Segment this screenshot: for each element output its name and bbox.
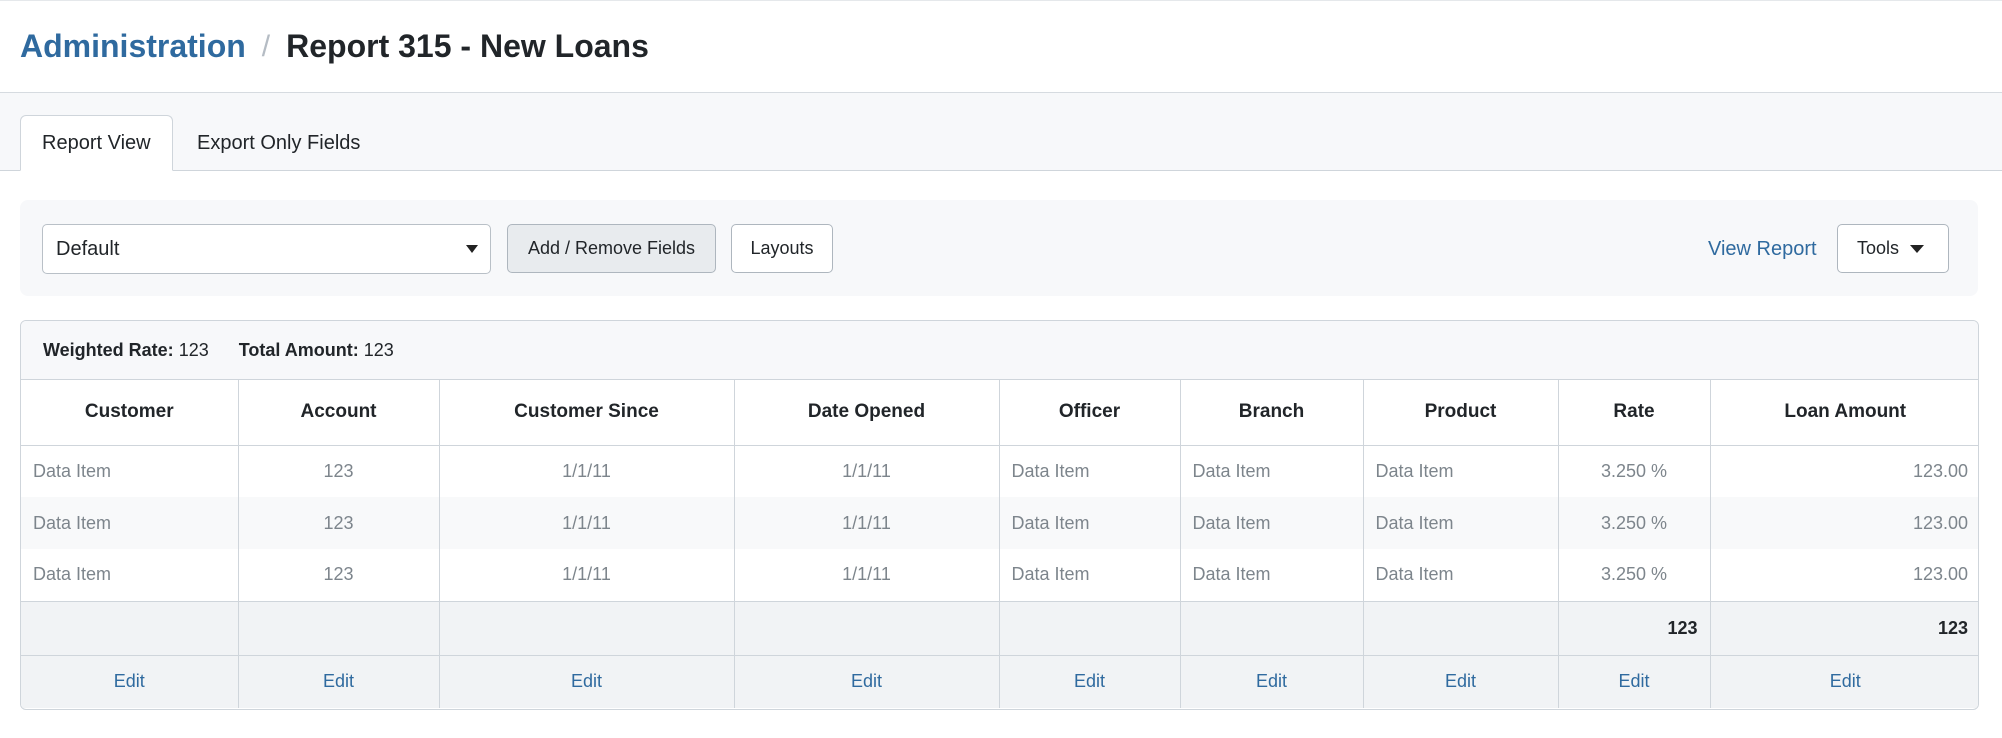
edit-account-link[interactable]: Edit	[238, 654, 440, 708]
tab-bar: Report View Export Only Fields	[0, 93, 2002, 171]
table-row: Data Item 123 1/1/11 1/1/11 Data Item Da…	[21, 445, 1978, 497]
tab-report-view[interactable]: Report View	[20, 115, 173, 171]
table-cell: 1/1/11	[439, 497, 735, 549]
table-cell: 1/1/11	[734, 445, 1000, 497]
add-remove-fields-button[interactable]: Add / Remove Fields	[507, 224, 716, 273]
total-amount-label: Total Amount:	[238, 339, 359, 360]
edit-product-link[interactable]: Edit	[1363, 654, 1559, 708]
table-cell: 3.250 %	[1558, 445, 1711, 497]
total-cell	[439, 600, 735, 655]
table-cell: Data Item	[999, 549, 1181, 601]
column-edit-row: Edit Edit Edit Edit Edit Edit Edit Edit …	[21, 654, 1978, 708]
table-cell: Data Item	[21, 549, 239, 601]
rate-total-cell: 123	[1558, 600, 1711, 655]
table-cell: 1/1/11	[734, 549, 1000, 601]
report-toolbar: Default Add / Remove Fields Layouts View…	[20, 200, 1978, 296]
layout-select[interactable]: Default	[42, 224, 491, 274]
table-cell: Data Item	[1363, 549, 1559, 601]
loan-amount-total-cell: 123	[1710, 600, 1978, 655]
tools-dropdown-button[interactable]: Tools	[1837, 224, 1949, 273]
table-cell: Data Item	[999, 445, 1181, 497]
edit-branch-link[interactable]: Edit	[1180, 654, 1364, 708]
breadcrumb-administration-link[interactable]: Administration	[20, 28, 246, 65]
table-cell: 123	[238, 497, 440, 549]
column-header-product[interactable]: Product	[1363, 380, 1559, 446]
weighted-rate-summary: Weighted Rate: 123	[43, 340, 209, 361]
edit-officer-link[interactable]: Edit	[999, 654, 1181, 708]
total-cell	[21, 600, 239, 655]
total-cell	[1363, 600, 1559, 655]
total-amount-value: 123	[363, 339, 394, 360]
table-cell: Data Item	[1363, 497, 1559, 549]
table-cell: Data Item	[1363, 445, 1559, 497]
column-header-customer-since[interactable]: Customer Since	[439, 380, 735, 446]
chevron-down-icon	[1910, 245, 1924, 253]
table-cell: 1/1/11	[439, 445, 735, 497]
table-cell: 123	[238, 549, 440, 601]
edit-loan-amount-link[interactable]: Edit	[1710, 654, 1978, 708]
edit-customer-link[interactable]: Edit	[21, 654, 239, 708]
column-header-account[interactable]: Account	[238, 380, 440, 446]
table-cell: 1/1/11	[734, 497, 1000, 549]
total-cell	[999, 600, 1181, 655]
layouts-button[interactable]: Layouts	[731, 224, 833, 273]
report-panel: Weighted Rate: 123 Total Amount: 123 Cus…	[20, 320, 1979, 710]
table-cell: Data Item	[999, 497, 1181, 549]
column-header-officer[interactable]: Officer	[999, 380, 1181, 446]
chevron-down-icon	[466, 245, 478, 253]
table-cell: 3.250 %	[1558, 549, 1711, 601]
report-summary: Weighted Rate: 123 Total Amount: 123	[21, 321, 1978, 380]
table-totals-row: 123 123	[21, 600, 1978, 655]
total-cell	[238, 600, 440, 655]
table-cell: 123.00	[1912, 564, 1968, 585]
layout-select-value: Default	[56, 237, 120, 260]
column-header-branch[interactable]: Branch	[1180, 380, 1364, 446]
column-header-date-opened[interactable]: Date Opened	[734, 380, 1000, 446]
table-cell: Data Item	[21, 445, 239, 497]
page-title: Report 315 - New Loans	[286, 28, 649, 64]
weighted-rate-label: Weighted Rate:	[43, 339, 174, 360]
table-cell: 1/1/11	[439, 549, 735, 601]
table-cell: 123.00	[1912, 460, 1968, 481]
table-cell: Data Item	[1180, 549, 1364, 601]
table-header-row: Customer Account Customer Since Date Ope…	[21, 380, 1978, 446]
edit-customer-since-link[interactable]: Edit	[439, 654, 735, 708]
table-cell: 123	[238, 445, 440, 497]
column-header-customer[interactable]: Customer	[21, 380, 239, 446]
total-cell	[734, 600, 1000, 655]
table-cell: 3.250 %	[1558, 497, 1711, 549]
total-cell	[1180, 600, 1364, 655]
weighted-rate-value: 123	[178, 339, 209, 360]
breadcrumb-separator: /	[261, 29, 271, 63]
table-row: Data Item 123 1/1/11 1/1/11 Data Item Da…	[21, 549, 1978, 601]
total-amount-summary: Total Amount: 123	[239, 340, 394, 361]
column-header-loan-amount[interactable]: Loan Amount	[1710, 380, 1978, 446]
table-cell: Data Item	[1180, 445, 1364, 497]
column-header-rate[interactable]: Rate	[1558, 380, 1711, 446]
table-cell: Data Item	[1180, 497, 1364, 549]
edit-date-opened-link[interactable]: Edit	[734, 654, 1000, 708]
tools-label: Tools	[1857, 238, 1900, 258]
table-cell: 123.00	[1710, 497, 1978, 549]
tab-export-only-fields[interactable]: Export Only Fields	[176, 115, 381, 171]
edit-rate-link[interactable]: Edit	[1558, 654, 1711, 708]
view-report-link[interactable]: View Report	[1708, 238, 1817, 261]
page-header: Administration / Report 315 - New Loans	[0, 0, 2002, 93]
report-table: Customer Account Customer Since Date Ope…	[21, 380, 1978, 708]
table-cell: Data Item	[21, 497, 239, 549]
table-row: Data Item 123 1/1/11 1/1/11 Data Item Da…	[21, 497, 1978, 549]
